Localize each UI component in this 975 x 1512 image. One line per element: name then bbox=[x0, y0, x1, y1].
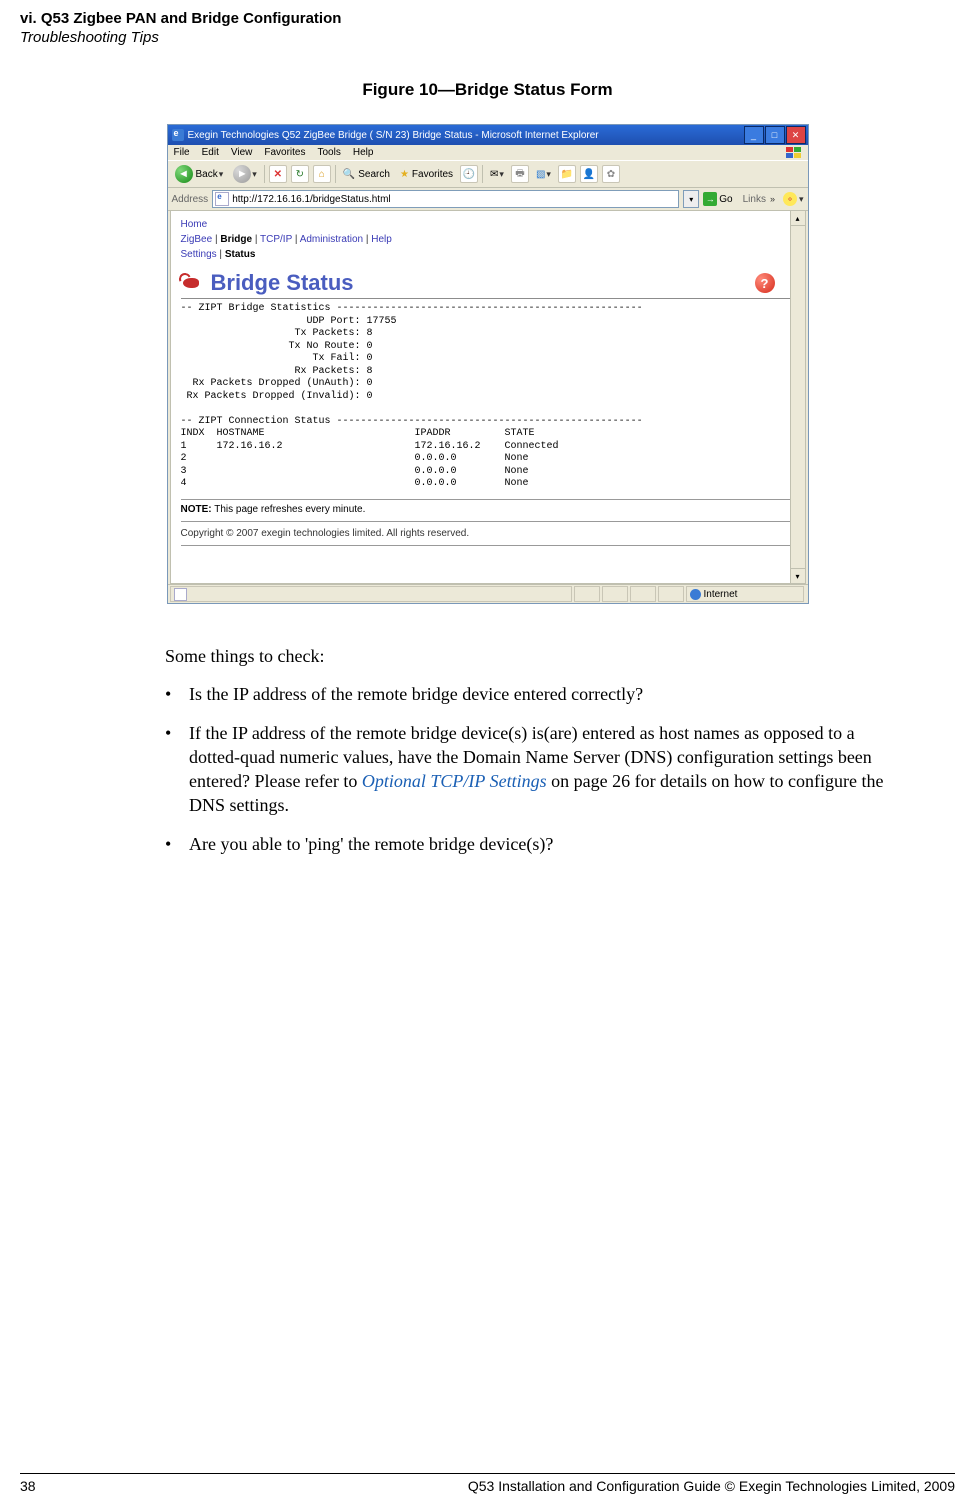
status-page-icon bbox=[174, 588, 187, 601]
windows-logo-icon bbox=[786, 147, 804, 161]
address-input[interactable]: http://172.16.16.1/bridgeStatus.html bbox=[212, 190, 679, 208]
intro-text: Some things to check: bbox=[165, 644, 895, 668]
links-chevron-icon[interactable]: » bbox=[770, 194, 775, 204]
help-icon[interactable]: ? bbox=[755, 273, 775, 293]
bullet-1: Is the IP address of the remote bridge d… bbox=[189, 682, 643, 706]
menu-bar: File Edit View Favorites Tools Help bbox=[168, 145, 808, 160]
toolbar: ◄Back▾ ►▾ ✕ ↻ ⌂ 🔍Search ★Favorites 🕘 ✉▾ … bbox=[168, 160, 808, 188]
extra-button[interactable]: ✿ bbox=[602, 165, 620, 183]
window-titlebar: Exegin Technologies Q52 ZigBee Bridge ( … bbox=[168, 125, 808, 145]
page-content: ▴▾ Home ZigBee | Bridge | TCP/IP | Admin… bbox=[170, 211, 806, 584]
bullet-3: Are you able to 'ping' the remote bridge… bbox=[189, 832, 553, 856]
status-bar: Internet bbox=[168, 584, 808, 603]
go-button[interactable]: →Go bbox=[703, 192, 732, 206]
print-button[interactable]: 🖶 bbox=[511, 165, 529, 183]
running-header-section: Troubleshooting Tips bbox=[20, 29, 955, 46]
security-icon[interactable]: ⚬ bbox=[783, 192, 797, 206]
link-optional-tcpip[interactable]: Optional TCP/IP Settings bbox=[362, 771, 547, 791]
page-footer: 38 Q53 Installation and Configuration Gu… bbox=[20, 1473, 955, 1494]
ie-icon bbox=[172, 129, 184, 141]
address-dropdown[interactable]: ▾ bbox=[683, 190, 699, 208]
discuss-button[interactable]: 📁 bbox=[558, 165, 576, 183]
screenshot-window: Exegin Technologies Q52 ZigBee Bridge ( … bbox=[167, 124, 809, 604]
status-zone: Internet bbox=[704, 589, 738, 600]
address-label: Address bbox=[172, 194, 209, 205]
scrollbar[interactable]: ▴▾ bbox=[790, 211, 805, 583]
mail-button[interactable]: ✉▾ bbox=[487, 168, 507, 181]
menu-help[interactable]: Help bbox=[353, 147, 374, 158]
back-button[interactable]: ◄Back▾ bbox=[172, 164, 227, 184]
maximize-button[interactable]: □ bbox=[765, 126, 785, 144]
search-button[interactable]: 🔍Search bbox=[340, 168, 393, 181]
crumb-home[interactable]: Home bbox=[181, 219, 208, 230]
crumb-status[interactable]: Status bbox=[225, 249, 256, 260]
minimize-button[interactable]: _ bbox=[744, 126, 764, 144]
crumb-bridge[interactable]: Bridge bbox=[220, 234, 252, 245]
links-label[interactable]: Links bbox=[743, 194, 766, 205]
history-button[interactable]: 🕘 bbox=[460, 165, 478, 183]
crumb-settings[interactable]: Settings bbox=[181, 249, 217, 260]
page-icon bbox=[215, 192, 229, 206]
page-number: 38 bbox=[20, 1478, 60, 1494]
crumb-zigbee[interactable]: ZigBee bbox=[181, 234, 213, 245]
edit-button[interactable]: ▧▾ bbox=[533, 168, 554, 181]
crumb-tcpip[interactable]: TCP/IP bbox=[260, 234, 292, 245]
favorites-button[interactable]: ★Favorites bbox=[397, 168, 456, 181]
stop-button[interactable]: ✕ bbox=[269, 165, 287, 183]
crumb-help[interactable]: Help bbox=[371, 234, 392, 245]
menu-view[interactable]: View bbox=[231, 147, 253, 158]
forward-button[interactable]: ►▾ bbox=[230, 164, 260, 184]
logo-icon bbox=[181, 274, 203, 292]
menu-edit[interactable]: Edit bbox=[202, 147, 219, 158]
refresh-button[interactable]: ↻ bbox=[291, 165, 309, 183]
bullet-2: If the IP address of the remote bridge d… bbox=[189, 721, 895, 818]
crumb-admin[interactable]: Administration bbox=[300, 234, 363, 245]
close-button[interactable]: ✕ bbox=[786, 126, 806, 144]
running-header-chapter: vi. Q53 Zigbee PAN and Bridge Configurat… bbox=[20, 10, 955, 27]
globe-icon bbox=[690, 589, 701, 600]
menu-tools[interactable]: Tools bbox=[317, 147, 340, 158]
footer-text: Q53 Installation and Configuration Guide… bbox=[60, 1478, 955, 1494]
menu-favorites[interactable]: Favorites bbox=[264, 147, 305, 158]
refresh-note: NOTE: This page refreshes every minute. bbox=[181, 504, 795, 515]
panel-title: Bridge Status bbox=[181, 270, 755, 296]
messenger-button[interactable]: 👤 bbox=[580, 165, 598, 183]
menu-file[interactable]: File bbox=[174, 147, 190, 158]
bridge-statistics-output: -- ZIPT Bridge Statistics --------------… bbox=[181, 303, 795, 491]
address-bar: Address http://172.16.16.1/bridgeStatus.… bbox=[168, 188, 808, 211]
copyright-text: Copyright © 2007 exegin technologies lim… bbox=[181, 528, 795, 539]
home-button[interactable]: ⌂ bbox=[313, 165, 331, 183]
window-title: Exegin Technologies Q52 ZigBee Bridge ( … bbox=[188, 130, 744, 141]
figure-caption: Figure 10—Bridge Status Form bbox=[0, 80, 975, 100]
